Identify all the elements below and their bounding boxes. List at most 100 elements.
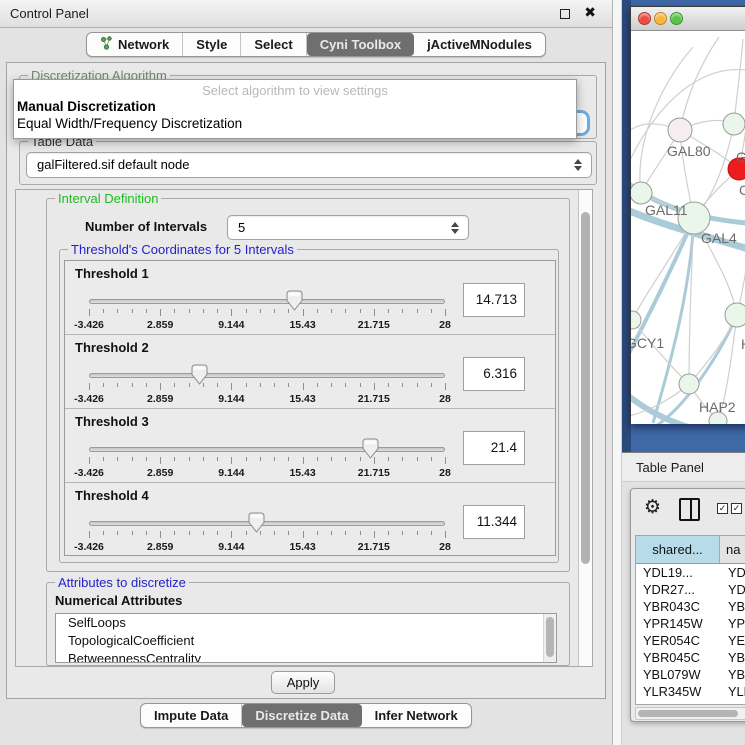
apply-button[interactable]: Apply xyxy=(271,671,335,694)
number-of-intervals-combobox[interactable]: 5 xyxy=(227,215,469,240)
thresholds-group-title: Threshold's Coordinates for 5 Intervals xyxy=(68,242,297,257)
node-label: GA xyxy=(736,149,745,165)
attribute-item-topologicalcoefficient[interactable]: TopologicalCoefficient xyxy=(56,632,556,650)
slider-ticks xyxy=(89,309,445,318)
network-view-window: GAL80GACGAL11GAL4GCY1HHAP2 xyxy=(630,6,745,424)
checkbox-checked-icon[interactable]: ✓ xyxy=(717,503,728,514)
network-canvas[interactable]: GAL80GACGAL11GAL4GCY1HHAP2 xyxy=(631,31,745,424)
list-scrollbar[interactable] xyxy=(543,614,556,662)
table-row[interactable]: YLR345WYLR3... xyxy=(636,683,745,700)
threshold-value-input[interactable]: 21.4 xyxy=(463,431,525,465)
tab-cyni-toolbox[interactable]: Cyni Toolbox xyxy=(307,33,414,56)
tab-select[interactable]: Select xyxy=(241,33,306,56)
node-label: GAL4 xyxy=(701,230,737,246)
algorithm-option-manual-discretization[interactable]: Manual Discretization xyxy=(14,98,576,115)
top-tab-bar: Network StyleSelect Cyni Toolbox jActiveMNo… xyxy=(86,32,546,57)
table-row[interactable]: YBR043CYBR0... xyxy=(636,598,745,615)
slider-ticks xyxy=(89,457,445,466)
checkbox-checked-icon[interactable]: ✓ xyxy=(731,503,742,514)
tab-jactivemnodules[interactable]: jActiveMNodules xyxy=(414,33,545,56)
cell-name: YER0... xyxy=(720,632,745,649)
attribute-item-betweennesscentrality[interactable]: BetweennessCentrality xyxy=(56,650,556,663)
attribute-item-selfloops[interactable]: SelfLoops xyxy=(56,614,556,632)
close-button[interactable] xyxy=(638,12,651,25)
cell-shared-name: YDL19... xyxy=(636,564,720,581)
threshold-value-input[interactable]: 6.316 xyxy=(463,357,525,391)
gear-icon[interactable]: ⚙ xyxy=(644,497,661,519)
number-of-intervals-label: Number of Intervals xyxy=(85,219,207,234)
network-node[interactable] xyxy=(679,374,699,394)
slider-thumb[interactable] xyxy=(286,290,303,311)
threshold-row: Threshold 2-3.4262.8599.14415.4321.71528… xyxy=(65,335,555,409)
threshold-slider[interactable]: -3.4262.8599.14415.4321.71528 xyxy=(89,507,445,553)
split-columns-icon[interactable] xyxy=(679,498,700,521)
tab-impute-data[interactable]: Impute Data xyxy=(141,704,242,727)
threshold-row: Threshold 4 -3.4262.8599.14415.4321.71528… xyxy=(65,483,555,557)
tab-label: Cyni Toolbox xyxy=(320,37,401,52)
table-row[interactable]: YBL079WYBL0... xyxy=(636,666,745,683)
slider-thumb[interactable] xyxy=(191,364,208,385)
column-header-shared-name[interactable]: shared... xyxy=(636,536,720,563)
vertical-scrollbar[interactable] xyxy=(578,190,592,666)
node-attribute-table[interactable]: shared... na YDL19...YDL1...YDR27...YDR2… xyxy=(635,535,745,705)
close-icon[interactable]: ✖ xyxy=(584,4,596,21)
tab-infer-network[interactable]: Infer Network xyxy=(362,704,471,727)
stepper-arrows-icon xyxy=(451,222,461,234)
threshold-label: Threshold 1 xyxy=(75,266,149,281)
stepper-arrows-icon xyxy=(574,159,584,171)
table-panel-header: Table Panel xyxy=(622,452,745,482)
minimize-button[interactable] xyxy=(654,12,667,25)
number-of-intervals-value: 5 xyxy=(238,220,245,235)
cell-name: YLR3... xyxy=(720,683,745,700)
table-row[interactable]: YIL052CYIL0... xyxy=(636,700,745,705)
interval-definition-group: Interval Definition Number of Intervals … xyxy=(46,198,570,572)
threshold-slider[interactable]: -3.4262.8599.14415.4321.71528 xyxy=(89,285,445,331)
cyni-toolbox-panel: Discretization Algorithm Select algorith… xyxy=(6,62,606,699)
column-header-name[interactable]: na xyxy=(720,536,745,563)
control-panel: Control Panel ✖ Network StyleSelect Cyni T… xyxy=(0,0,612,745)
network-node[interactable] xyxy=(723,113,745,135)
threshold-slider[interactable]: -3.4262.8599.14415.4321.71528 xyxy=(89,359,445,405)
threshold-slider[interactable]: -3.4262.8599.14415.4321.71528 xyxy=(89,433,445,479)
slider-thumb[interactable] xyxy=(362,438,379,459)
table-rows: YDL19...YDL1...YDR27...YDR2...YBR043CYBR… xyxy=(636,564,745,705)
cell-name: YBR0... xyxy=(720,649,745,666)
table-data-combobox[interactable]: galFiltered.sif default node xyxy=(26,152,592,178)
table-row[interactable]: YER054CYER0... xyxy=(636,632,745,649)
algorithm-popup-items: Manual DiscretizationEqual Width/Frequen… xyxy=(14,98,576,132)
split-pane-divider[interactable] xyxy=(612,0,622,745)
table-header-row: shared... na xyxy=(636,536,745,564)
tab-label: Network xyxy=(118,37,169,52)
cell-shared-name: YBR045C xyxy=(636,649,720,666)
network-window-titlebar xyxy=(631,7,745,31)
table-data-group: Table Data galFiltered.sif default node xyxy=(19,141,597,185)
attributes-group-title: Attributes to discretize xyxy=(55,575,189,590)
table-row[interactable]: YBR045CYBR0... xyxy=(636,649,745,666)
horizontal-scrollbar[interactable] xyxy=(635,707,745,720)
zoom-button[interactable] xyxy=(670,12,683,25)
network-node[interactable] xyxy=(668,118,692,142)
tab-style[interactable]: Style xyxy=(183,33,241,56)
algorithm-option-equal-width-frequency-discretization[interactable]: Equal Width/Frequency Discretization xyxy=(14,115,576,132)
cell-shared-name: YDR27... xyxy=(636,581,720,598)
cell-name: YDL1... xyxy=(720,564,745,581)
table-row[interactable]: YDL19...YDL1... xyxy=(636,564,745,581)
cell-shared-name: YBL079W xyxy=(636,666,720,683)
table-row[interactable]: YDR27...YDR2... xyxy=(636,581,745,598)
threshold-value-input[interactable]: 14.713 xyxy=(463,283,525,317)
tab-network[interactable]: Network xyxy=(87,33,183,56)
network-node[interactable] xyxy=(725,303,745,327)
slider-thumb[interactable] xyxy=(248,512,265,533)
tab-discretize-data[interactable]: Discretize Data xyxy=(242,704,361,727)
table-row[interactable]: YPR145WYPR1... xyxy=(636,615,745,632)
control-panel-titlebar: Control Panel ✖ xyxy=(0,0,612,28)
restore-icon[interactable] xyxy=(560,9,570,19)
threshold-row: Threshold 1 -3.4262.8599.14415.4321.71528… xyxy=(65,261,555,335)
node-label: HAP2 xyxy=(699,399,736,415)
network-node[interactable] xyxy=(631,182,652,204)
network-node[interactable] xyxy=(631,311,641,329)
threshold-label: Threshold 4 xyxy=(75,488,149,503)
threshold-value-input[interactable]: 11.344 xyxy=(463,505,525,539)
numerical-attributes-list[interactable]: SelfLoopsTopologicalCoefficientBetweenne… xyxy=(55,613,557,663)
control-panel-title: Control Panel xyxy=(10,6,89,21)
